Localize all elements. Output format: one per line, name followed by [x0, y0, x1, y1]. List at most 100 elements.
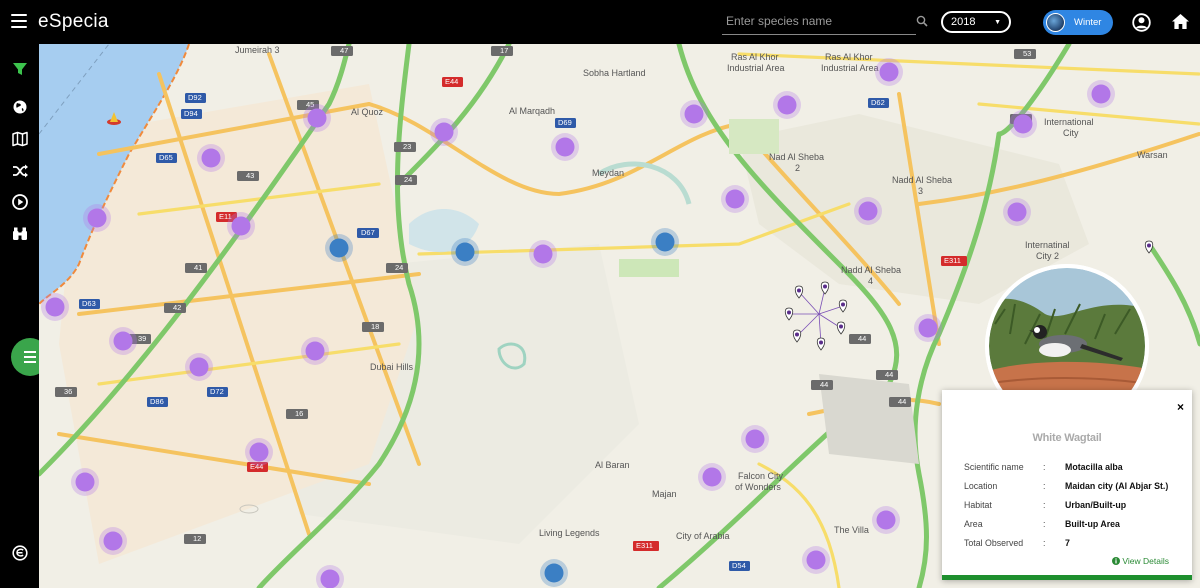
observation-cluster[interactable]: [301, 337, 329, 365]
svg-text:D62: D62: [871, 98, 885, 107]
observation-cluster[interactable]: [529, 240, 557, 268]
svg-text:17: 17: [500, 46, 508, 55]
observation-cluster[interactable]: [303, 104, 331, 132]
map-label-naddsheba4: Nadd Al Sheba: [841, 265, 901, 275]
map-label-meydan: Meydan: [592, 168, 624, 178]
caret-down-icon: ▼: [994, 19, 1001, 26]
road-badge: D69: [555, 118, 576, 128]
svg-text:44: 44: [820, 380, 828, 389]
observation-cluster[interactable]: [680, 100, 708, 128]
observation-cluster[interactable]: [1003, 198, 1031, 226]
observation-cluster[interactable]: [185, 353, 213, 381]
svg-text:44: 44: [898, 397, 906, 406]
observation-cluster[interactable]: [698, 463, 726, 491]
map-label-sobha: Sobha Hartland: [583, 68, 646, 78]
observation-cluster[interactable]: [1087, 80, 1115, 108]
svg-text:D63: D63: [82, 299, 96, 308]
season-button[interactable]: Winter: [1043, 10, 1113, 35]
observation-cluster[interactable]: [872, 506, 900, 534]
species-search: [722, 10, 928, 35]
search-icon[interactable]: [916, 15, 928, 27]
observation-cluster[interactable]: [875, 58, 903, 86]
home-icon[interactable]: [1171, 13, 1190, 30]
field-separator: :: [1043, 500, 1046, 510]
road-badge: D67: [358, 228, 379, 238]
observation-cluster[interactable]: [41, 293, 69, 321]
species-search-input[interactable]: [722, 10, 900, 32]
map-label-raskhor1b: Industrial Area: [727, 63, 785, 73]
observation-cluster-blue[interactable]: [540, 559, 568, 587]
road-badge: 42: [164, 303, 186, 313]
map-label-livinglegends: Living Legends: [539, 528, 600, 538]
road-badge: 24: [395, 175, 417, 185]
observation-cluster[interactable]: [802, 546, 830, 574]
map-label-nadsheba2-num: 2: [795, 163, 800, 173]
left-sidebar: [0, 44, 49, 588]
svg-text:44: 44: [885, 370, 893, 379]
road-badge: D54: [729, 561, 750, 571]
especia-logo-icon[interactable]: [11, 544, 29, 562]
binoculars-icon[interactable]: [11, 225, 29, 243]
observation-cluster[interactable]: [1009, 110, 1037, 138]
road-badge: 47: [331, 46, 353, 56]
observation-cluster[interactable]: [83, 204, 111, 232]
map-label-raskhor2: Ras Al Khor: [825, 52, 873, 62]
observation-cluster-blue[interactable]: [451, 238, 479, 266]
observation-cluster[interactable]: [109, 327, 137, 355]
svg-text:43: 43: [246, 171, 254, 180]
road-badge: E44: [442, 77, 463, 87]
svg-text:47: 47: [340, 46, 348, 55]
observation-cluster[interactable]: [245, 438, 273, 466]
hamburger-menu-icon[interactable]: [11, 14, 27, 28]
year-select[interactable]: 2018 ▼: [941, 11, 1011, 33]
svg-text:E311: E311: [636, 541, 653, 550]
observation-cluster[interactable]: [741, 425, 769, 453]
map-label-albaran: Al Baran: [595, 460, 630, 470]
shuffle-icon[interactable]: [11, 162, 29, 180]
observation-cluster[interactable]: [854, 197, 882, 225]
observation-cluster-blue[interactable]: [651, 228, 679, 256]
map-label-intcity2-b: City 2: [1036, 251, 1059, 261]
observation-cluster[interactable]: [551, 133, 579, 161]
map-icon[interactable]: [11, 130, 29, 148]
svg-text:39: 39: [138, 334, 146, 343]
svg-text:36: 36: [64, 387, 72, 396]
filter-icon[interactable]: [11, 60, 29, 78]
observation-cluster[interactable]: [773, 91, 801, 119]
svg-text:D92: D92: [188, 93, 202, 102]
road-badge: 36: [55, 387, 77, 397]
observation-cluster[interactable]: [914, 314, 942, 342]
road-badge: D92: [185, 93, 206, 103]
road-badge: 43: [237, 171, 259, 181]
field-separator: :: [1043, 462, 1046, 472]
observation-cluster-blue[interactable]: [325, 234, 353, 262]
globe-icon[interactable]: [11, 98, 29, 116]
map-label-thevilla: The Villa: [834, 525, 869, 535]
view-details-link[interactable]: View Details: [1112, 556, 1169, 566]
observation-cluster[interactable]: [430, 118, 458, 146]
play-icon[interactable]: [11, 193, 29, 211]
field-separator: :: [1043, 519, 1046, 529]
map-label-raskhor1: Ras Al Khor: [731, 52, 779, 62]
close-icon[interactable]: ×: [1177, 400, 1184, 414]
map-label-international-city: International: [1044, 117, 1094, 127]
observation-cluster[interactable]: [197, 144, 225, 172]
app-title: eSpecia: [38, 11, 109, 32]
card-accent-bar: [942, 575, 1192, 580]
road-badge: 41: [185, 263, 207, 273]
observation-cluster[interactable]: [227, 212, 255, 240]
user-account-icon[interactable]: [1132, 13, 1151, 32]
svg-text:D69: D69: [558, 118, 572, 127]
species-info-card: × White Wagtail Scientific name : Motaci…: [942, 390, 1192, 580]
road-badge: E311: [941, 256, 967, 266]
road-badge: E311: [633, 541, 659, 551]
observation-cluster[interactable]: [99, 527, 127, 555]
map-label-naddsheba3: Nadd Al Sheba: [892, 175, 952, 185]
field-value: 7: [1065, 538, 1070, 548]
road-badge: D94: [181, 109, 202, 119]
species-common-name: White Wagtail: [1032, 432, 1102, 444]
season-label: Winter: [1074, 17, 1102, 28]
observation-cluster[interactable]: [71, 468, 99, 496]
map-label-intcity2: Internatinal: [1025, 240, 1070, 250]
observation-cluster[interactable]: [721, 185, 749, 213]
